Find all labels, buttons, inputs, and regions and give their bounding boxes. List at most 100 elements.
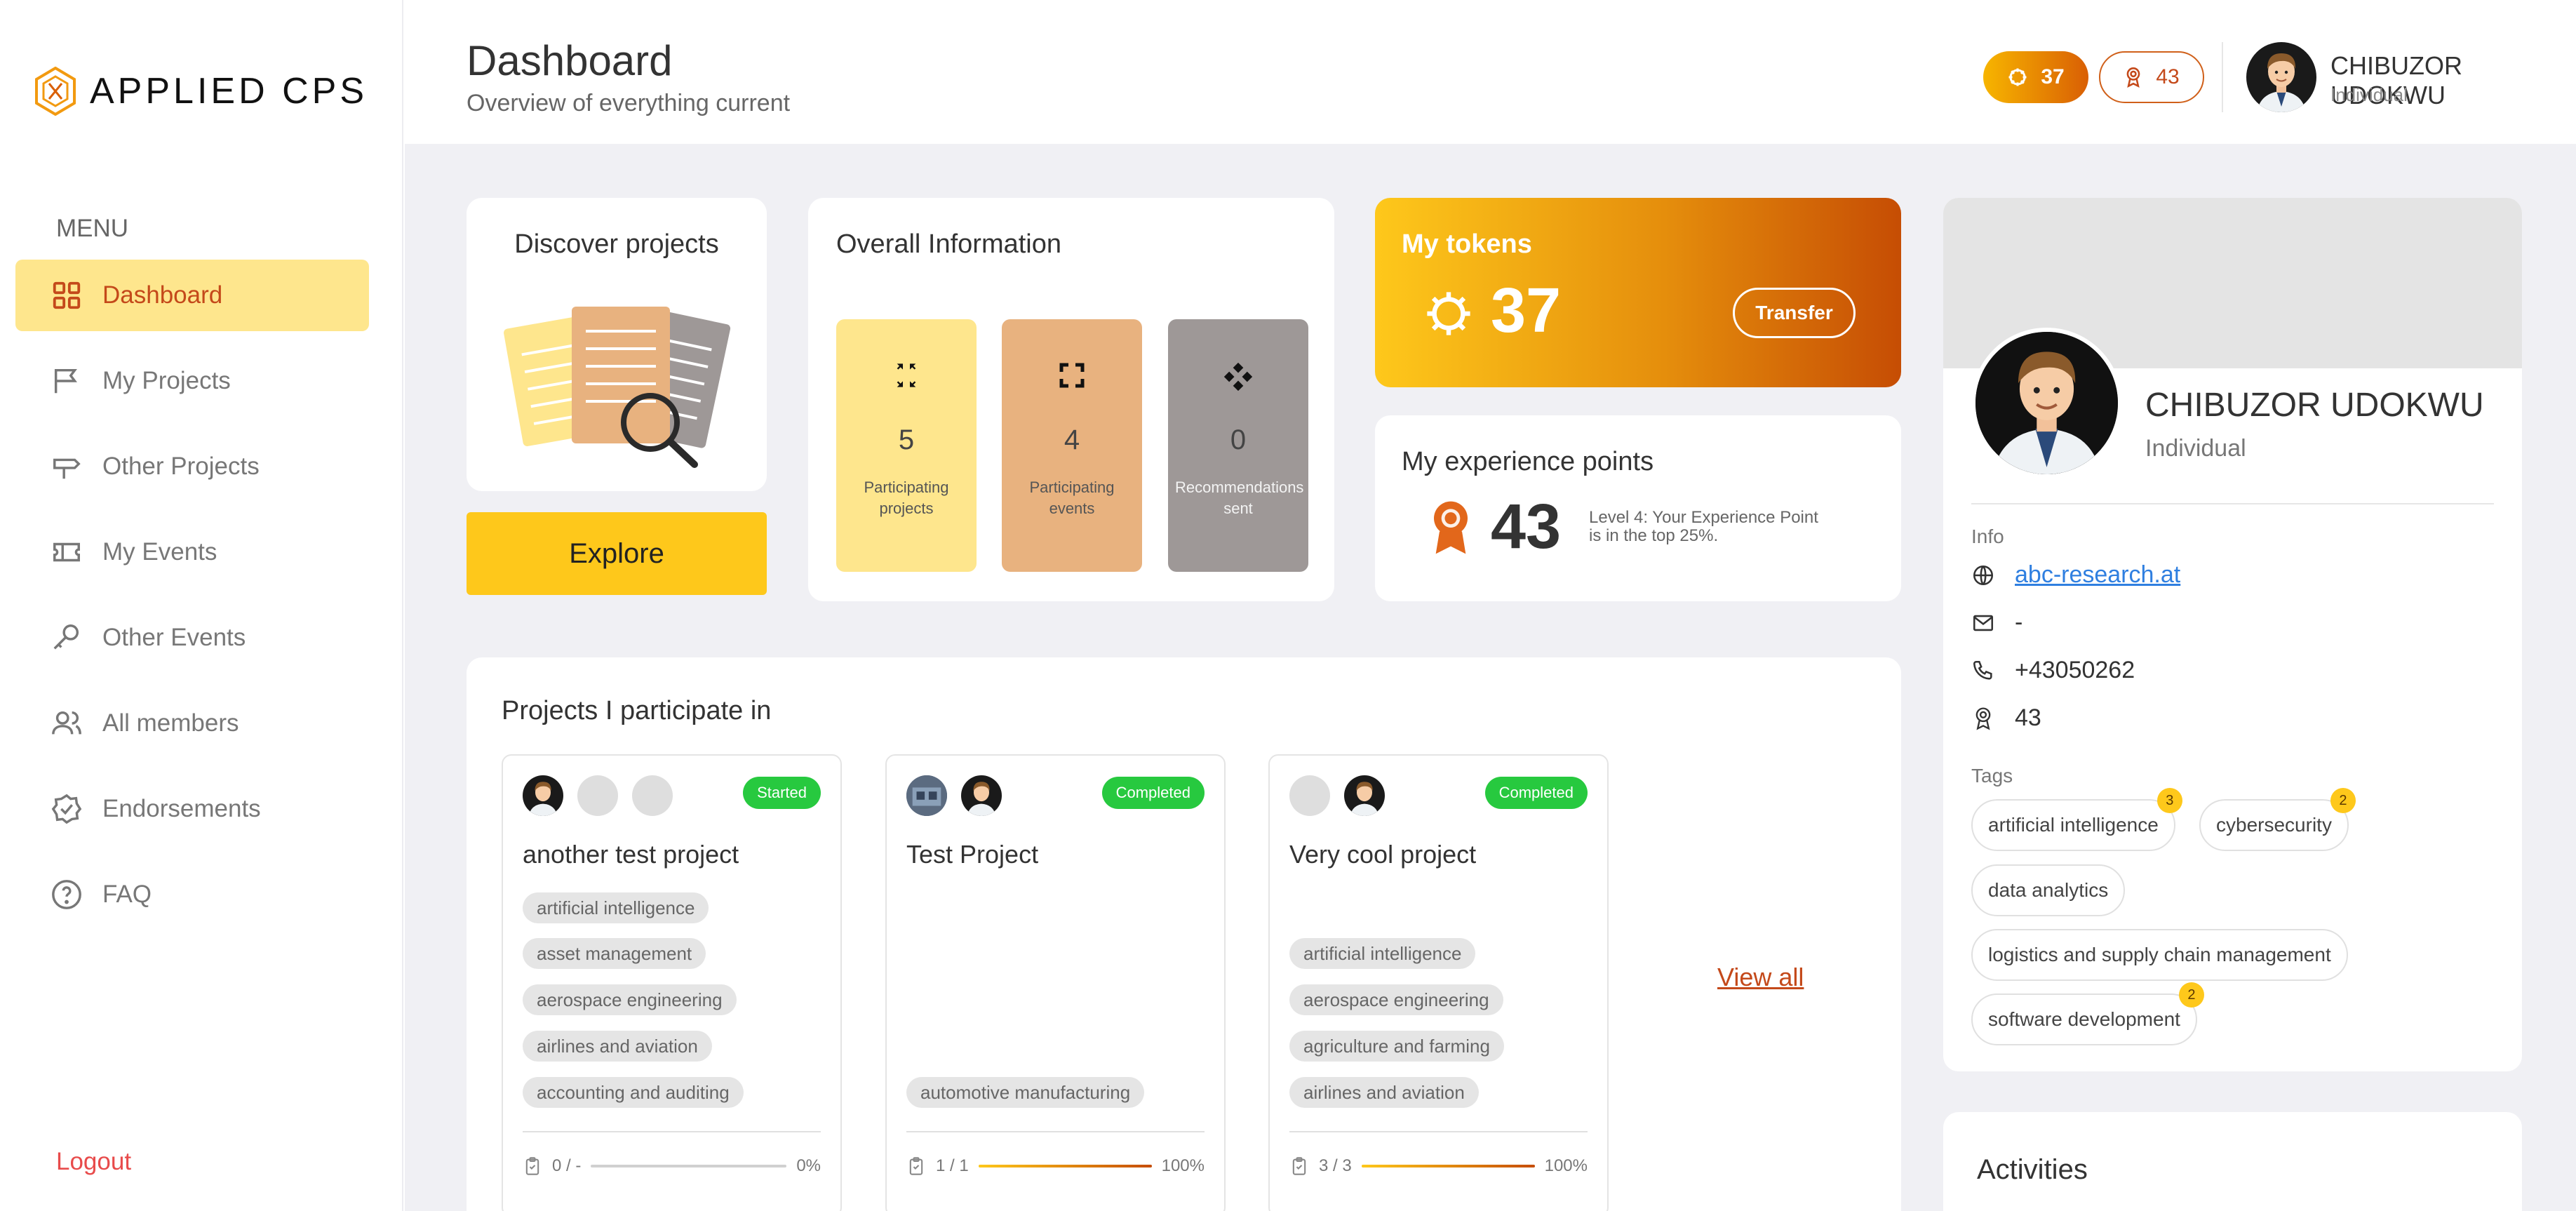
status-badge: Completed [1101,777,1205,809]
member-avatars [1289,775,1385,816]
profile-tag[interactable]: logistics and supply chain management [1971,929,2348,981]
sidebar-item-other-events[interactable]: Other Events [15,602,369,674]
xp-value: 43 [2015,704,2041,731]
status-badge: Started [743,777,821,809]
tile-label: Participating events [1029,479,1115,517]
sidebar-item-label: Other Projects [102,453,260,480]
progress-fill [978,1165,1152,1167]
sidebar-item-my-projects[interactable]: My Projects [15,345,369,417]
sidebar-item-faq[interactable]: FAQ [15,859,369,930]
header-user-role: Individual [2330,84,2408,105]
xp-pill[interactable]: 43 [2099,51,2204,103]
sidebar-item-other-projects[interactable]: Other Projects [15,431,369,502]
clipboard-icon [909,1157,923,1175]
progress-percent: 0% [796,1156,821,1175]
participating-events-tile[interactable]: 4 Participating events [1002,319,1142,572]
grid-icon [53,281,81,309]
tags-label: Tags [1971,765,2013,787]
page-title: Dashboard [467,37,673,84]
view-all-link[interactable]: View all [1717,963,1804,992]
tokens-value: 37 [1491,276,1562,346]
progress-count: 0 / - [552,1156,582,1175]
menu-title: MENU [56,215,129,242]
brand-name: APPLIED CPS [90,71,368,112]
project-card[interactable]: Completed Very cool project artificial i… [1268,754,1609,1211]
header-divider [2222,42,2223,112]
sidebar-item-my-events[interactable]: My Events [15,516,369,588]
project-card[interactable]: Started another test project artificial … [502,754,842,1211]
header-avatar[interactable] [2246,42,2316,112]
phone-row: +43050262 [1971,657,2135,684]
divider [906,1131,1205,1132]
profile-role: Individual [2145,435,2246,462]
project-tag: artificial intelligence [523,892,709,923]
progress-bar [978,1165,1152,1167]
sidebar-item-label: Other Events [102,624,246,651]
progress-bar [1361,1165,1535,1167]
profile-tag[interactable]: cybersecurity 2 [2199,788,2356,851]
project-title: Very cool project [1289,840,1477,869]
token-pill[interactable]: 37 [1983,51,2088,103]
medal-icon [1975,707,1991,730]
globe-icon [1973,565,1994,585]
logo-icon [35,67,76,116]
project-tag: airlines and aviation [1289,1077,1479,1108]
tag-label: artificial intelligence [1988,814,2159,836]
project-tag: agriculture and farming [1289,1031,1504,1062]
page-subtitle: Overview of everything current [467,90,791,116]
sidebar: APPLIED CPS MENU Dashboard My Projects O… [0,0,403,1211]
tile-label: Participating projects [864,479,949,517]
tag-count-badge: 2 [2178,982,2204,1008]
project-tag: asset management [523,938,706,969]
member-avatars [523,775,673,816]
divider [523,1131,821,1132]
avatar [906,775,947,816]
clipboard-icon [525,1157,539,1175]
email-value: - [2015,609,2023,636]
tag-count-badge: 2 [2330,788,2356,813]
overall-info-title: Overall Information [836,229,1062,259]
profile-tag[interactable]: artificial intelligence 3 [1971,788,2182,851]
sidebar-item-label: My Events [102,538,217,566]
medal-icon [2126,67,2140,88]
sidebar-item-label: My Projects [102,367,231,394]
sidebar-item-dashboard[interactable]: Dashboard [15,260,369,331]
project-tag: airlines and aviation [523,1031,712,1062]
tag-label: logistics and supply chain management [1988,944,2331,965]
profile-card: CHIBUZOR UDOKWU Individual Info abc-rese… [1943,198,2522,1071]
project-tag: automotive manufacturing [906,1077,1145,1108]
sidebar-item-label: Dashboard [102,281,223,309]
sidebar-item-all-members[interactable]: All members [15,688,369,759]
arrows-in-icon [836,361,977,396]
transfer-button[interactable]: Transfer [1733,288,1856,338]
participating-projects-tile[interactable]: 5 Participating projects [836,319,977,572]
project-tag: accounting and auditing [523,1077,744,1108]
project-card[interactable]: Completed Test Project automotive manufa… [885,754,1226,1211]
tag-label: cybersecurity [2216,814,2332,836]
documents-search-icon [504,307,731,468]
project-progress: 3 / 3 100% [1289,1152,1588,1180]
website-link[interactable]: abc-research.at [2015,561,2180,589]
profile-tag[interactable]: software development 2 [1971,982,2204,1045]
project-progress: 1 / 1 100% [906,1152,1205,1180]
profile-avatar[interactable] [1971,328,2122,479]
member-avatars [906,775,1002,816]
sidebar-item-endorsements[interactable]: Endorsements [15,773,369,845]
project-title: another test project [523,840,739,869]
tile-label: Recommendations sent [1175,479,1304,517]
website-row: abc-research.at [1971,561,2180,589]
sidebar-item-label: All members [102,709,239,737]
explore-button[interactable]: Explore [467,512,767,595]
profile-tag[interactable]: data analytics [1971,864,2126,916]
brand-logo[interactable]: APPLIED CPS [34,67,368,116]
xp-value: 43 [1491,492,1562,562]
project-progress: 0 / - 0% [523,1152,821,1180]
progress-percent: 100% [1161,1156,1205,1175]
mail-icon [1973,615,1994,631]
phone-icon [1973,660,1992,680]
recommendations-sent-tile[interactable]: 0 Recommendations sent [1168,319,1308,572]
avatar [1344,775,1385,816]
avatar [961,775,1002,816]
logout-button[interactable]: Logout [56,1148,131,1176]
tile-value: 5 [898,424,915,455]
